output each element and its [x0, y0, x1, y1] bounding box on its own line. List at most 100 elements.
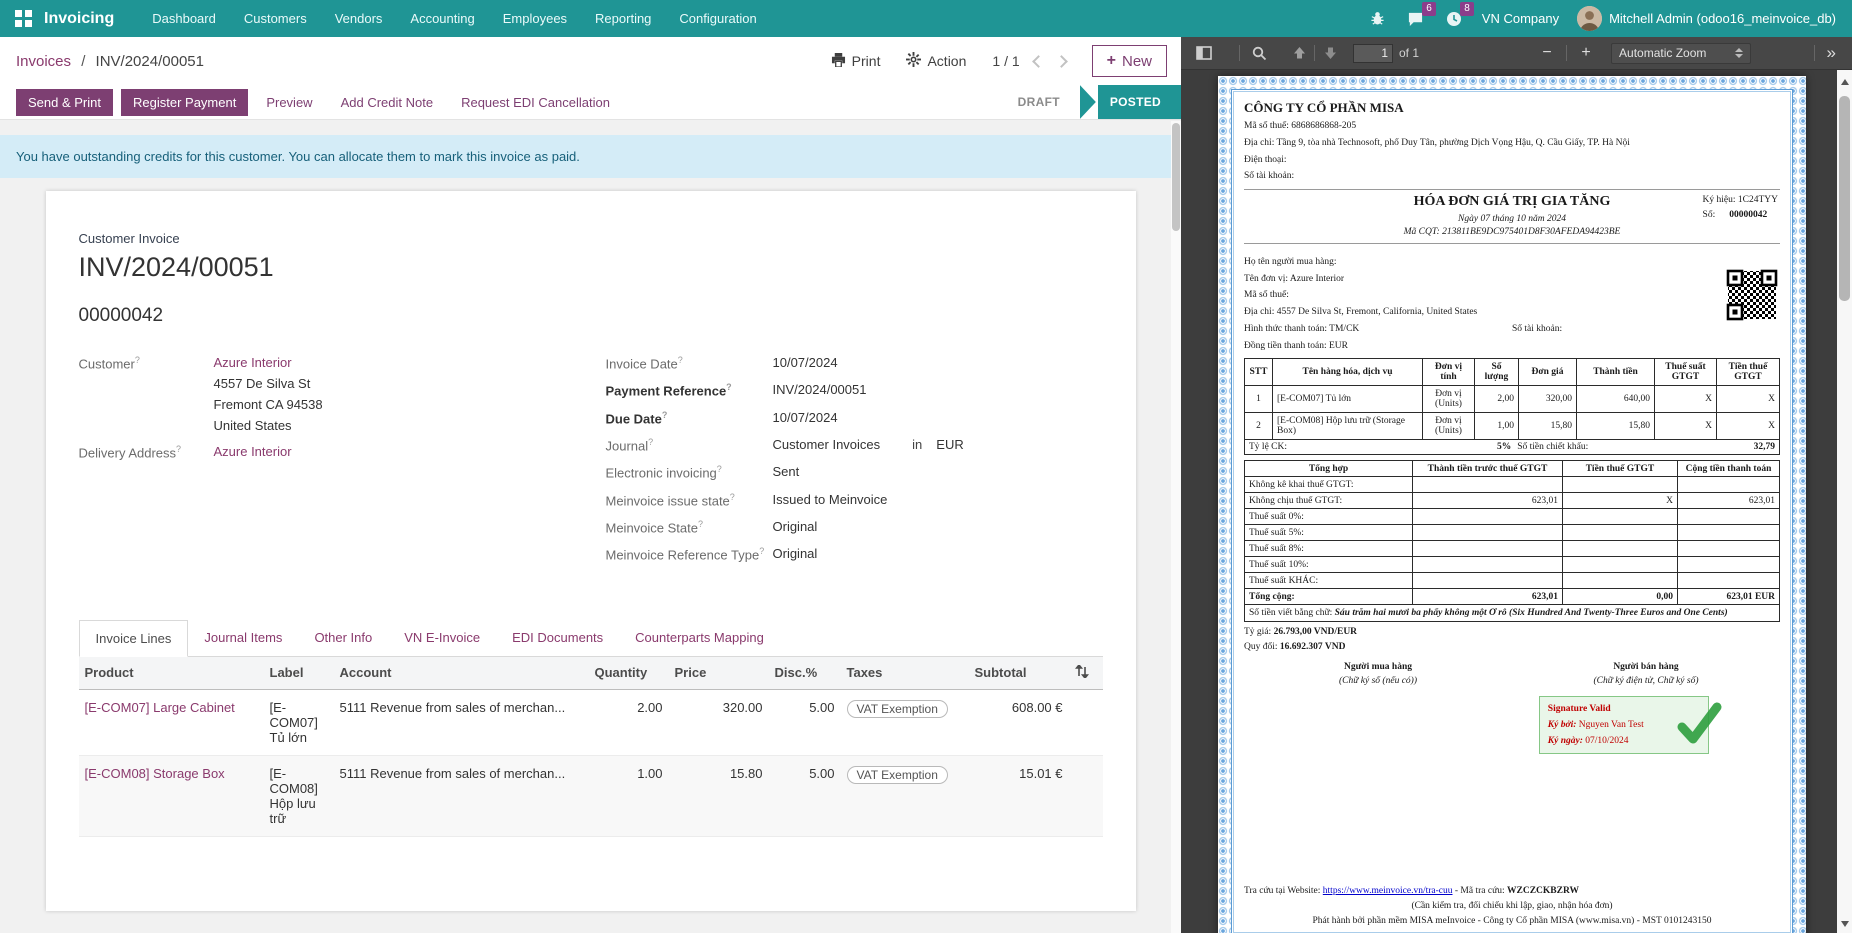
adjust-columns-icon[interactable]: [1069, 657, 1103, 690]
payment-reference-value[interactable]: INV/2024/00051: [773, 382, 867, 398]
preview-button[interactable]: Preview: [256, 89, 322, 116]
breadcrumb-invoices-link[interactable]: Invoices: [16, 53, 71, 70]
print-button[interactable]: Print: [831, 53, 881, 70]
address-line-2: Fremont CA 94538: [214, 397, 323, 412]
zoom-in-icon[interactable]: +: [1573, 41, 1599, 66]
new-button[interactable]: + New: [1092, 45, 1167, 77]
line-product-link[interactable]: [E-COM08] Storage Box: [85, 766, 225, 781]
seller-phone: Điện thoại:: [1244, 154, 1780, 167]
action-button[interactable]: Action: [906, 52, 966, 70]
line-quantity: 1.00: [589, 755, 669, 836]
tab-other-info[interactable]: Other Info: [298, 620, 388, 657]
buyer-unit: Tên đơn vị: Azure Interior: [1244, 273, 1780, 285]
meinvoice-state-label: Meinvoice State?: [606, 519, 773, 535]
pager: 1 / 1: [992, 53, 1065, 69]
tab-counterparts-mapping[interactable]: Counterparts Mapping: [619, 620, 780, 657]
messages-icon[interactable]: 6: [1406, 9, 1426, 29]
page-up-icon[interactable]: [1286, 41, 1312, 66]
tab-vn-e-invoice[interactable]: VN E-Invoice: [388, 620, 496, 657]
register-payment-button[interactable]: Register Payment: [121, 89, 248, 116]
help-mark: ?: [135, 355, 140, 365]
breadcrumb: Invoices / INV/2024/00051: [16, 53, 204, 70]
toolbar-more-icon[interactable]: »: [1821, 43, 1842, 63]
col-quantity[interactable]: Quantity: [589, 657, 669, 690]
activities-clock-icon[interactable]: 8: [1444, 9, 1464, 29]
seller-sign-note: (Chữ ký điện tử, Chữ ký số): [1512, 676, 1780, 686]
form-scrollbar[interactable]: [1171, 121, 1181, 933]
tab-journal-items[interactable]: Journal Items: [188, 620, 298, 657]
col-account[interactable]: Account: [334, 657, 589, 690]
pdf-toolbar: of 1 − + Automatic Zoom »: [1181, 37, 1852, 70]
form-scrollbar-thumb[interactable]: [1172, 123, 1180, 231]
invoice-line-row[interactable]: [E-COM07] Large Cabinet [E-COM07] Tủ lớn…: [79, 689, 1103, 755]
menu-configuration[interactable]: Configuration: [667, 2, 768, 35]
seller-address: Địa chỉ: Tầng 9, tòa nhà Technosoft, phố…: [1244, 137, 1780, 150]
item-row: 2[E-COM08] Hộp lưu trữ (Storage Box)Đơn …: [1245, 413, 1780, 440]
menu-customers[interactable]: Customers: [232, 2, 319, 35]
customer-link[interactable]: Azure Interior: [214, 355, 292, 370]
menu-accounting[interactable]: Accounting: [398, 2, 486, 35]
summary-total-row: Tổng cộng:623,010,00623,01 EUR: [1245, 589, 1780, 605]
scroll-down-icon[interactable]: [1837, 916, 1852, 931]
total-label: Tổng cộng:: [1245, 589, 1413, 605]
menu-dashboard[interactable]: Dashboard: [140, 2, 228, 35]
printer-icon: [831, 53, 846, 70]
invoice-date-value[interactable]: 10/07/2024: [773, 355, 838, 371]
currency-link[interactable]: EUR: [936, 437, 963, 453]
bug-icon[interactable]: [1368, 9, 1388, 29]
zoom-out-icon[interactable]: −: [1534, 41, 1560, 66]
col-price[interactable]: Price: [669, 657, 769, 690]
menu-reporting[interactable]: Reporting: [583, 2, 663, 35]
line-product-link[interactable]: [E-COM07] Large Cabinet: [85, 700, 235, 715]
line-subtotal: 15.01 €: [969, 755, 1069, 836]
discount-amount: 32,79: [1754, 442, 1775, 452]
due-date-value[interactable]: 10/07/2024: [773, 410, 838, 426]
breadcrumb-separator: /: [81, 53, 85, 70]
toolbar-separator: [1814, 45, 1815, 61]
buyer-signature-column: Người mua hàng (Chữ ký số (nếu có)): [1244, 662, 1512, 686]
journal-value[interactable]: Customer Invoices: [773, 437, 881, 453]
col-subtotal[interactable]: Subtotal: [969, 657, 1069, 690]
total-vat: 0,00: [1563, 589, 1678, 605]
pager-next-icon[interactable]: [1055, 55, 1068, 68]
field-grid: Customer? Azure Interior 4557 De Silva S…: [79, 355, 1103, 563]
col-label[interactable]: Label: [264, 657, 334, 690]
add-credit-note-button[interactable]: Add Credit Note: [331, 89, 444, 116]
sidebar-toggle-icon[interactable]: [1191, 41, 1217, 66]
summary-header-row: Tổng hợpThành tiền trước thuế GTGTTiền t…: [1245, 461, 1780, 477]
user-menu[interactable]: Mitchell Admin (odoo16_meinvoice_db): [1577, 6, 1836, 31]
pdf-viewport[interactable]: CÔNG TY CỔ PHẦN MISA Mã số thuế: 6868686…: [1181, 70, 1852, 933]
col-product[interactable]: Product: [79, 657, 264, 690]
pdf-search-icon[interactable]: [1246, 41, 1272, 66]
pdf-scrollbar[interactable]: [1837, 70, 1852, 933]
buyer-bank-account: Số tài khoản:: [1512, 323, 1780, 335]
state-draft[interactable]: DRAFT: [1000, 85, 1078, 119]
line-tax-badge: VAT Exemption: [847, 766, 948, 784]
payment-reference-label: Payment Reference?: [606, 382, 773, 398]
delivery-address-link[interactable]: Azure Interior: [214, 444, 292, 459]
col-discount[interactable]: Disc.%: [769, 657, 841, 690]
apps-grid-icon[interactable]: [10, 6, 36, 32]
exchange-rate-value: 26.793,00 VND/EUR: [1274, 627, 1357, 637]
line-tax-badge: VAT Exemption: [847, 700, 948, 718]
pager-previous-icon[interactable]: [1032, 55, 1045, 68]
menu-vendors[interactable]: Vendors: [323, 2, 395, 35]
tab-invoice-lines[interactable]: Invoice Lines: [79, 620, 189, 657]
send-print-button[interactable]: Send & Print: [16, 89, 113, 116]
invoice-line-row[interactable]: [E-COM08] Storage Box [E-COM08] Hộp lưu …: [79, 755, 1103, 836]
toolbar-separator: [1566, 45, 1567, 61]
tab-edi-documents[interactable]: EDI Documents: [496, 620, 619, 657]
zoom-level-select[interactable]: Automatic Zoom: [1611, 43, 1751, 64]
page-down-icon[interactable]: [1317, 41, 1343, 66]
pdf-scrollbar-thumb[interactable]: [1839, 96, 1850, 301]
company-switcher[interactable]: VN Company: [1482, 11, 1559, 26]
request-edi-cancellation-button[interactable]: Request EDI Cancellation: [451, 89, 620, 116]
lookup-link[interactable]: https://www.meinvoice.vn/tra-cuu: [1323, 886, 1453, 896]
seller-sign-title: Người bán hàng: [1512, 662, 1780, 672]
app-title[interactable]: Invoicing: [44, 10, 114, 28]
menu-employees[interactable]: Employees: [491, 2, 579, 35]
scroll-up-icon[interactable]: [1837, 74, 1852, 89]
page-number-input[interactable]: [1353, 44, 1393, 63]
col-taxes[interactable]: Taxes: [841, 657, 969, 690]
line-account: 5111 Revenue from sales of merchan...: [334, 755, 589, 836]
